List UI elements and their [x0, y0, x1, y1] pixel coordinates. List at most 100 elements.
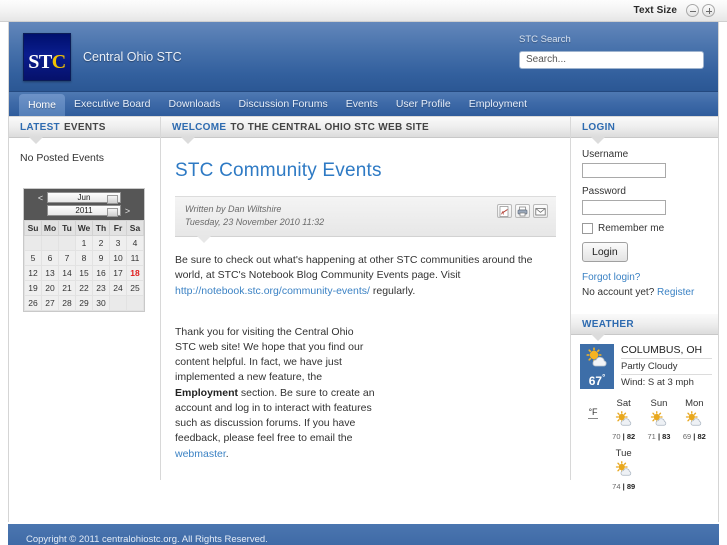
remember-me-checkbox[interactable]	[582, 223, 593, 234]
calendar-day-cell[interactable]: 21	[58, 280, 76, 296]
calendar-day-cell[interactable]: 27	[41, 295, 59, 311]
calendar-day-cell[interactable]: 26	[24, 295, 42, 311]
forgot-login-link[interactable]: Forgot login?	[582, 272, 640, 283]
calendar-day-cell[interactable]: 18	[126, 265, 144, 281]
calendar-day-cell[interactable]: 5	[24, 250, 42, 266]
weather-temperature: 67°	[588, 373, 606, 388]
calendar-empty-cell	[109, 295, 127, 311]
right-sidebar: LOGIN Username Password Remember me Logi…	[571, 117, 718, 491]
calendar-day-cell[interactable]: 29	[75, 295, 93, 311]
calendar-table: Su Mo Tu We Th Fr Sa 1 2 3 4 5 6 7 8 9 10 11 12 13 14…	[24, 220, 144, 311]
module-title-rest: TO THE CENTRAL OHIO STC WEB SITE	[230, 121, 430, 133]
password-label: Password	[582, 186, 626, 197]
forecast-day-label: Mon	[685, 398, 704, 409]
calendar-year-select[interactable]: 2011	[47, 205, 121, 217]
weather-condition: Partly Cloudy	[621, 359, 712, 375]
calendar-day-cell[interactable]: 30	[92, 295, 110, 311]
calendar-weekday-row: Su Mo Tu We Th Fr Sa	[24, 220, 144, 236]
calendar-next-arrow[interactable]: >	[121, 206, 134, 216]
calendar-prev-arrow[interactable]: <	[34, 193, 47, 203]
calendar-day-cell[interactable]: 23	[92, 280, 110, 296]
search-input[interactable]	[519, 50, 704, 69]
nav-item-executive-board[interactable]: Executive Board	[65, 92, 159, 116]
webmaster-link[interactable]: webmaster	[175, 448, 226, 460]
forecast-day-label: Tue	[615, 448, 632, 459]
content-columns: LATEST EVENTS No Posted Events < Jun 201…	[9, 117, 718, 491]
calendar-day-cell[interactable]: 19	[24, 280, 42, 296]
no-account-text: No account yet?	[582, 287, 658, 298]
left-sidebar: LATEST EVENTS No Posted Events < Jun 201…	[9, 117, 161, 480]
calendar-day-cell[interactable]: 14	[58, 265, 76, 281]
calendar-week-row: 12 13 14 15 16 17 18	[24, 265, 144, 281]
calendar-day-cell[interactable]: 2	[92, 235, 110, 251]
weather-forecast-day: Tue 74 | 89	[606, 448, 641, 491]
nav-item-home[interactable]: Home	[19, 94, 66, 116]
no-posted-events-text: No Posted Events	[20, 152, 105, 164]
module-title-rest: EVENTS	[63, 121, 106, 133]
weather-forecast-day: Mon 69 | 82	[677, 398, 712, 441]
calendar-weekday: Th	[92, 220, 110, 236]
welcome-module-header: WELCOME TO THE CENTRAL OHIO STC WEB SITE	[161, 117, 570, 144]
text-size-decrease-icon[interactable]	[686, 4, 699, 17]
pdf-icon[interactable]: A	[497, 204, 512, 218]
calendar-widget: < Jun 2011 > Su Mo Tu We Th Fr Sa 1 2 3 …	[23, 188, 145, 312]
nav-item-employment[interactable]: Employment	[460, 92, 536, 116]
forecast-day-label: Sun	[650, 398, 668, 409]
calendar-month-select[interactable]: Jun	[47, 192, 121, 204]
username-label: Username	[582, 149, 629, 160]
calendar-day-cell[interactable]: 1	[75, 235, 93, 251]
calendar-day-cell[interactable]: 11	[126, 250, 144, 266]
weather-city: COLUMBUS, OH	[621, 344, 712, 359]
remember-me-row[interactable]: Remember me	[582, 223, 708, 234]
nav-item-user-profile[interactable]: User Profile	[387, 92, 460, 116]
paragraph1-pre: Be sure to check out what's happening at…	[175, 254, 533, 282]
weather-current-badge: 67°	[580, 344, 614, 389]
search-block: STC Search	[519, 34, 704, 69]
latest-events-module-header: LATEST EVENTS	[9, 117, 160, 144]
login-button[interactable]: Login	[582, 242, 628, 262]
text-size-increase-icon[interactable]	[702, 4, 715, 17]
calendar-day-cell[interactable]: 4	[126, 235, 144, 251]
paragraph2-pre: Thank you for visiting the Central Ohio …	[175, 325, 364, 384]
email-icon[interactable]	[533, 204, 548, 218]
nav-item-downloads[interactable]: Downloads	[159, 92, 229, 116]
calendar-day-cell[interactable]: 28	[58, 295, 76, 311]
site-header: STC Central Ohio STC STC Search	[9, 22, 718, 92]
username-input[interactable]	[582, 163, 666, 178]
site-footer: Copyright © 2011 centralohiostc.org. All…	[8, 524, 719, 545]
print-icon[interactable]	[515, 204, 530, 218]
calendar-day-cell[interactable]: 22	[75, 280, 93, 296]
calendar-day-cell[interactable]: 7	[58, 250, 76, 266]
login-links: Forgot login? No account yet? Register	[582, 270, 708, 300]
calendar-day-cell[interactable]: 6	[41, 250, 59, 266]
calendar-day-cell[interactable]: 3	[109, 235, 127, 251]
calendar-day-cell[interactable]: 25	[126, 280, 144, 296]
calendar-empty-cell	[58, 235, 76, 251]
weather-module-title: WEATHER	[582, 318, 634, 330]
calendar-week-row: 19 20 21 22 23 24 25	[24, 280, 144, 296]
calendar-empty-cell	[126, 295, 144, 311]
article-paragraph-2: Thank you for visiting the Central Ohio …	[175, 325, 375, 462]
calendar-day-cell[interactable]: 8	[75, 250, 93, 266]
forecast-day-label: Sat	[616, 398, 631, 409]
calendar-day-cell[interactable]: 10	[109, 250, 127, 266]
forecast-high-low: 69 | 82	[682, 432, 706, 441]
calendar-day-cell[interactable]: 24	[109, 280, 127, 296]
weather-wind: Wind: S at 3 mph	[621, 377, 694, 388]
calendar-day-cell[interactable]: 13	[41, 265, 59, 281]
register-link[interactable]: Register	[657, 287, 694, 298]
module-title-highlight: WELCOME	[172, 121, 227, 133]
calendar-day-cell[interactable]: 12	[24, 265, 42, 281]
nav-item-discussion-forums[interactable]: Discussion Forums	[229, 92, 336, 116]
calendar-day-cell[interactable]: 16	[92, 265, 110, 281]
notebook-link[interactable]: http://notebook.stc.org/community-events…	[175, 285, 370, 297]
calendar-day-cell[interactable]: 17	[109, 265, 127, 281]
calendar-day-cell[interactable]: 20	[41, 280, 59, 296]
calendar-weekday: Fr	[109, 220, 127, 236]
calendar-day-cell[interactable]: 9	[92, 250, 110, 266]
branding[interactable]: STC Central Ohio STC	[23, 32, 182, 81]
password-input[interactable]	[582, 200, 666, 215]
calendar-day-cell[interactable]: 15	[75, 265, 93, 281]
nav-item-events[interactable]: Events	[337, 92, 387, 116]
weather-unit-toggle[interactable]: °F	[580, 398, 606, 419]
